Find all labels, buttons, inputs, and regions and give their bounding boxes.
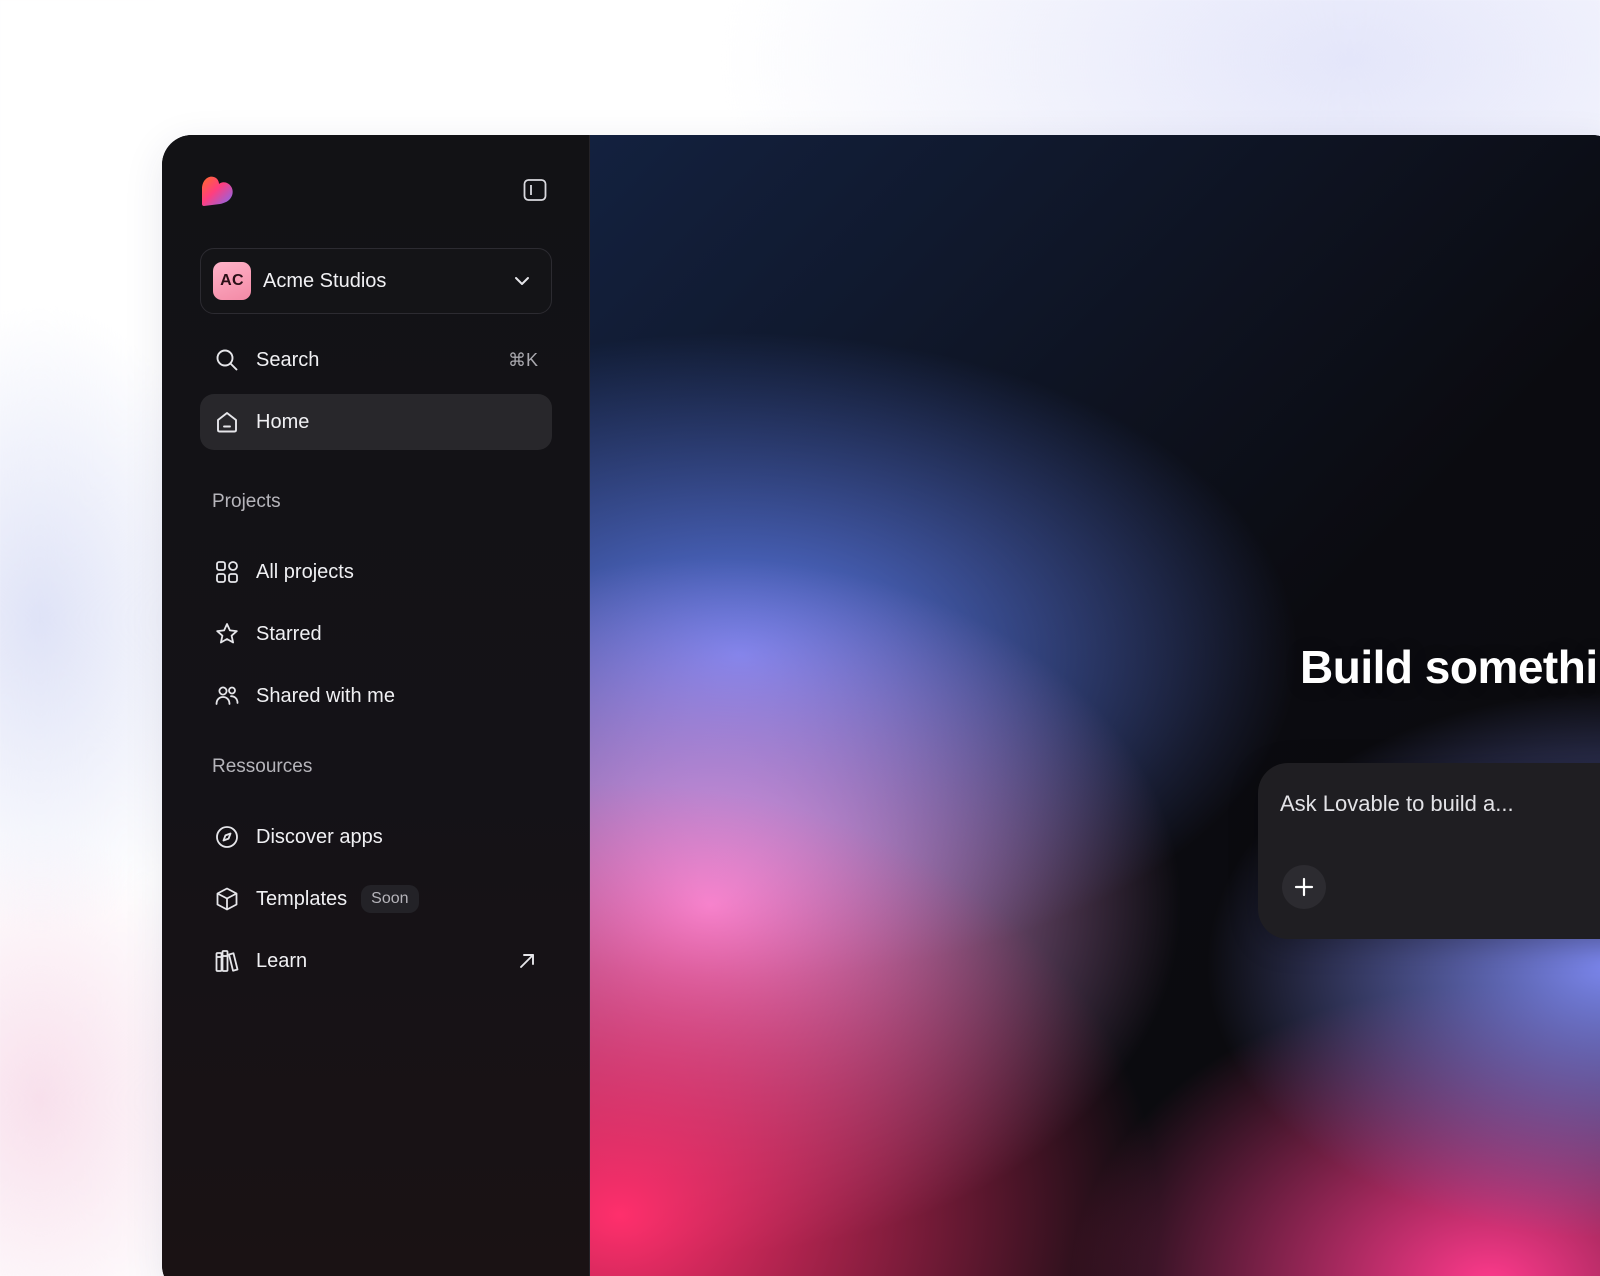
workspace-name: Acme Studios bbox=[263, 269, 387, 292]
sidebar-item-home[interactable]: Home bbox=[200, 394, 552, 450]
chevron-down-icon bbox=[515, 277, 529, 285]
all-projects-label: All projects bbox=[256, 560, 354, 583]
projects-section-title: Projects bbox=[212, 491, 281, 512]
search-shortcut: ⌘K bbox=[507, 349, 538, 370]
discover-apps-label: Discover apps bbox=[256, 825, 383, 848]
sidebar-item-templates[interactable]: Templates Soon bbox=[200, 871, 552, 927]
search-label: Search bbox=[256, 348, 320, 371]
sidebar-item-starred[interactable]: Starred bbox=[200, 606, 552, 662]
home-label: Home bbox=[256, 410, 310, 433]
sidebar-item-discover-apps[interactable]: Discover apps bbox=[200, 809, 552, 865]
learn-label: Learn bbox=[256, 949, 308, 972]
resources-section-title: Ressources bbox=[212, 756, 313, 777]
app-window: AC Acme Studios Search ⌘K Home Projects bbox=[162, 135, 1600, 1276]
sidebar-item-shared-with-me[interactable]: Shared with me bbox=[200, 668, 552, 724]
main-canvas: Build somethi bbox=[590, 135, 1600, 1276]
prompt-input[interactable] bbox=[1280, 791, 1600, 817]
home-icon bbox=[217, 412, 237, 433]
prompt-box bbox=[1258, 763, 1600, 939]
soon-badge: Soon bbox=[361, 885, 419, 913]
lovable-logo[interactable] bbox=[198, 171, 238, 211]
workspace-switcher[interactable]: AC Acme Studios bbox=[200, 248, 552, 314]
templates-label: Templates bbox=[256, 887, 348, 910]
sidebar: AC Acme Studios Search ⌘K Home Projects bbox=[162, 135, 590, 1276]
starred-label: Starred bbox=[256, 622, 322, 645]
attach-button[interactable] bbox=[1282, 865, 1326, 909]
plus-icon bbox=[1294, 877, 1314, 897]
books-icon bbox=[215, 950, 239, 972]
star-icon bbox=[216, 623, 238, 644]
workspace-avatar: AC bbox=[213, 262, 251, 300]
sidebar-item-learn[interactable]: Learn bbox=[200, 933, 552, 989]
search-icon bbox=[216, 349, 238, 371]
arrow-up-right-icon bbox=[520, 954, 534, 968]
sidebar-toggle-icon[interactable] bbox=[522, 177, 548, 203]
grid-icon bbox=[216, 561, 238, 583]
sidebar-item-all-projects[interactable]: All projects bbox=[200, 544, 552, 600]
page-headline: Build somethi bbox=[1300, 641, 1598, 693]
compass-icon bbox=[216, 826, 238, 848]
cube-icon bbox=[216, 887, 238, 911]
users-icon bbox=[215, 686, 239, 705]
search-button[interactable]: Search ⌘K bbox=[200, 332, 552, 388]
shared-with-me-label: Shared with me bbox=[256, 684, 395, 707]
